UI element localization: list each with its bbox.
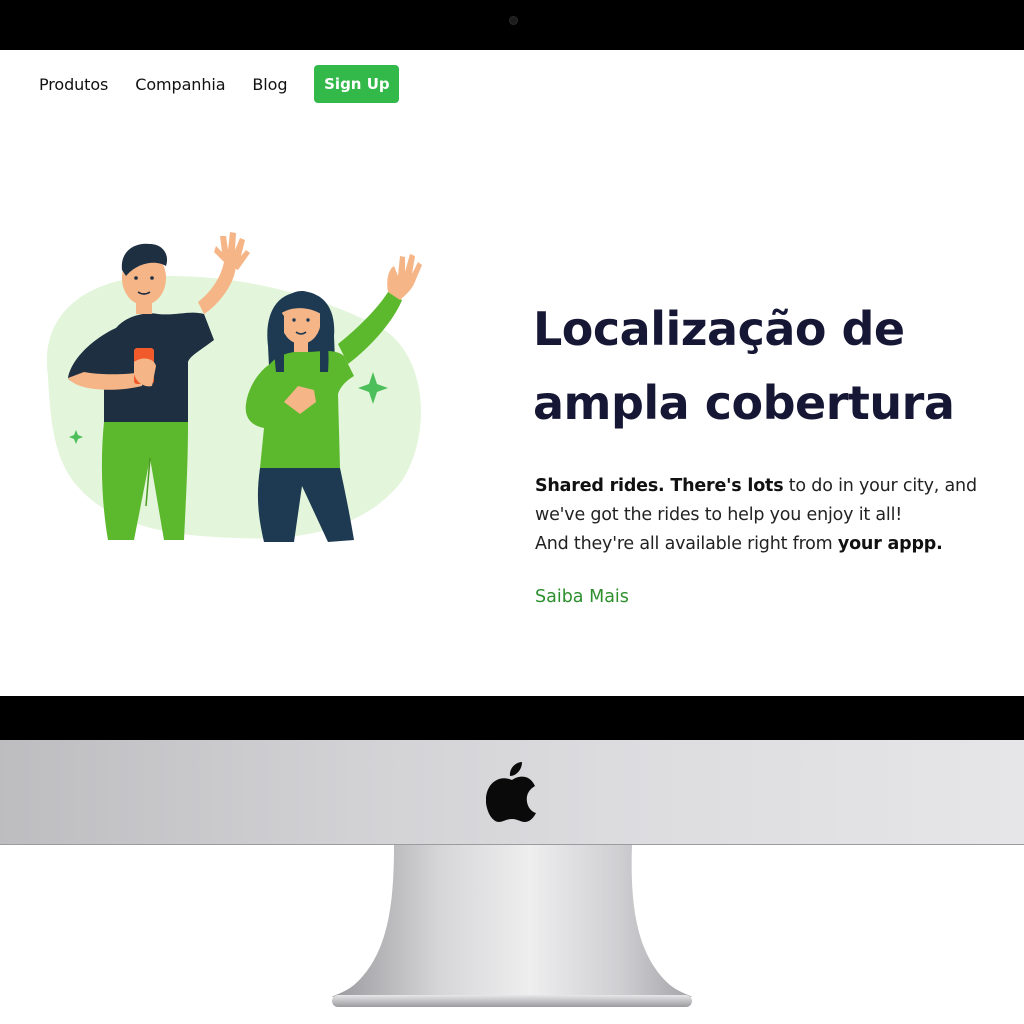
nav-link-companhia[interactable]: Companhia bbox=[135, 75, 225, 94]
hero-desc-line2: we've got the rides to help you enjoy it… bbox=[535, 505, 903, 525]
webcam-icon bbox=[509, 16, 518, 25]
monitor-bottom-bezel bbox=[0, 696, 1024, 740]
learn-more-link[interactable]: Saiba Mais bbox=[535, 587, 629, 607]
apple-logo-icon bbox=[486, 762, 536, 822]
signup-button[interactable]: Sign Up bbox=[314, 65, 400, 103]
hero-title-line1: Localização de bbox=[533, 302, 905, 356]
browser-screen: Produtos Companhia Blog Sign Up Localiza… bbox=[0, 50, 1024, 696]
hero-desc-rest3: And they're all available right from bbox=[535, 534, 838, 554]
nav-link-blog[interactable]: Blog bbox=[252, 75, 287, 94]
hero-illustration bbox=[46, 232, 422, 542]
hero-desc-bold3: your appp. bbox=[837, 534, 943, 554]
top-nav: Produtos Companhia Blog Sign Up bbox=[39, 64, 400, 104]
monitor-stand bbox=[332, 845, 692, 1007]
nav-link-produtos[interactable]: Produtos bbox=[39, 75, 108, 94]
hero-desc-line1: Shared rides. There's lots to do in your… bbox=[535, 472, 1005, 501]
monitor-top-bezel bbox=[0, 0, 1024, 50]
illustration-blob bbox=[46, 275, 421, 539]
hero-description: Shared rides. There's lots to do in your… bbox=[535, 472, 1005, 559]
hero-title-line2: ampla cobertura bbox=[533, 376, 955, 430]
hero-title: Localização de ampla cobertura bbox=[533, 292, 1013, 440]
hero-desc-line3: And they're all available right from you… bbox=[535, 530, 1005, 559]
hero-desc-bold1: Shared rides. There's lots bbox=[535, 476, 784, 496]
hero-desc-rest1: to do in your city, and bbox=[783, 476, 977, 496]
